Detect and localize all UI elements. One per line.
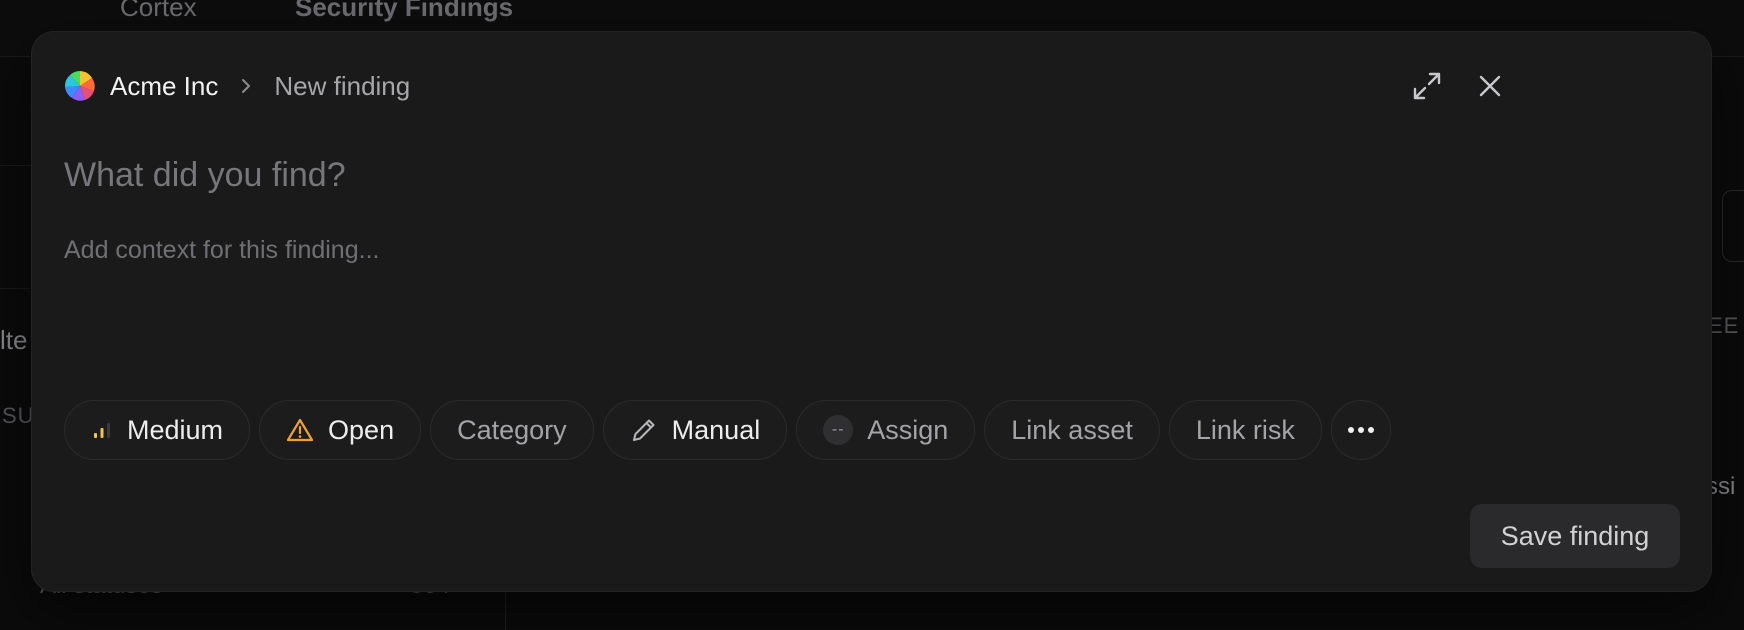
background-divider xyxy=(0,165,32,166)
finding-description-input[interactable] xyxy=(64,236,1664,376)
multicolor-pinwheel-logo-icon xyxy=(64,71,95,101)
more-horizontal-icon xyxy=(1347,427,1374,433)
new-finding-modal: Acme Inc New finding Medium xyxy=(32,32,1711,591)
link-risk-label: Link risk xyxy=(1195,414,1295,445)
category-chip[interactable]: Category xyxy=(430,400,594,460)
finding-title-input[interactable] xyxy=(64,156,1664,195)
background-partial-text: lte xyxy=(0,325,28,355)
status-chip[interactable]: Open xyxy=(259,400,422,460)
background-input xyxy=(1722,190,1744,262)
background-page-title: Security Findings xyxy=(295,0,514,22)
status-label: Open xyxy=(328,414,395,445)
more-options-button[interactable] xyxy=(1330,400,1391,460)
expand-icon xyxy=(1413,72,1441,100)
unassigned-avatar-icon: -- xyxy=(823,415,854,445)
assign-label: Assign xyxy=(867,414,949,445)
chevron-right-icon xyxy=(242,79,251,93)
background-column-header: EE xyxy=(1708,313,1740,338)
background-sidebar-border xyxy=(505,590,506,630)
close-button[interactable] xyxy=(1470,66,1510,106)
breadcrumb-current: New finding xyxy=(274,70,411,101)
source-label: Manual xyxy=(671,414,761,445)
organization-name[interactable]: Acme Inc xyxy=(110,71,218,102)
expand-button[interactable] xyxy=(1407,66,1447,106)
assign-chip[interactable]: -- Assign xyxy=(796,400,976,460)
link-asset-label: Link asset xyxy=(1011,414,1133,445)
assign-dot: -- xyxy=(823,415,854,445)
severity-label: Medium xyxy=(127,414,224,445)
severity-chip[interactable]: Medium xyxy=(64,400,251,460)
property-chips: Medium Open Category Manual -- Assign Li… xyxy=(64,400,1391,460)
modal-breadcrumb: Acme Inc New finding xyxy=(64,66,410,106)
pencil-icon xyxy=(630,416,658,444)
background-partial-text: SU xyxy=(2,403,35,428)
signal-bars-icon xyxy=(91,419,113,441)
close-icon xyxy=(1479,75,1501,97)
warning-triangle-icon xyxy=(286,417,314,443)
link-risk-chip[interactable]: Link risk xyxy=(1168,400,1322,460)
save-finding-button[interactable]: Save finding xyxy=(1470,504,1680,568)
link-asset-chip[interactable]: Link asset xyxy=(984,400,1160,460)
background-app-crumb: Cortex xyxy=(120,0,197,22)
category-label: Category xyxy=(457,414,567,445)
source-chip[interactable]: Manual xyxy=(602,400,788,460)
background-divider xyxy=(0,288,32,289)
